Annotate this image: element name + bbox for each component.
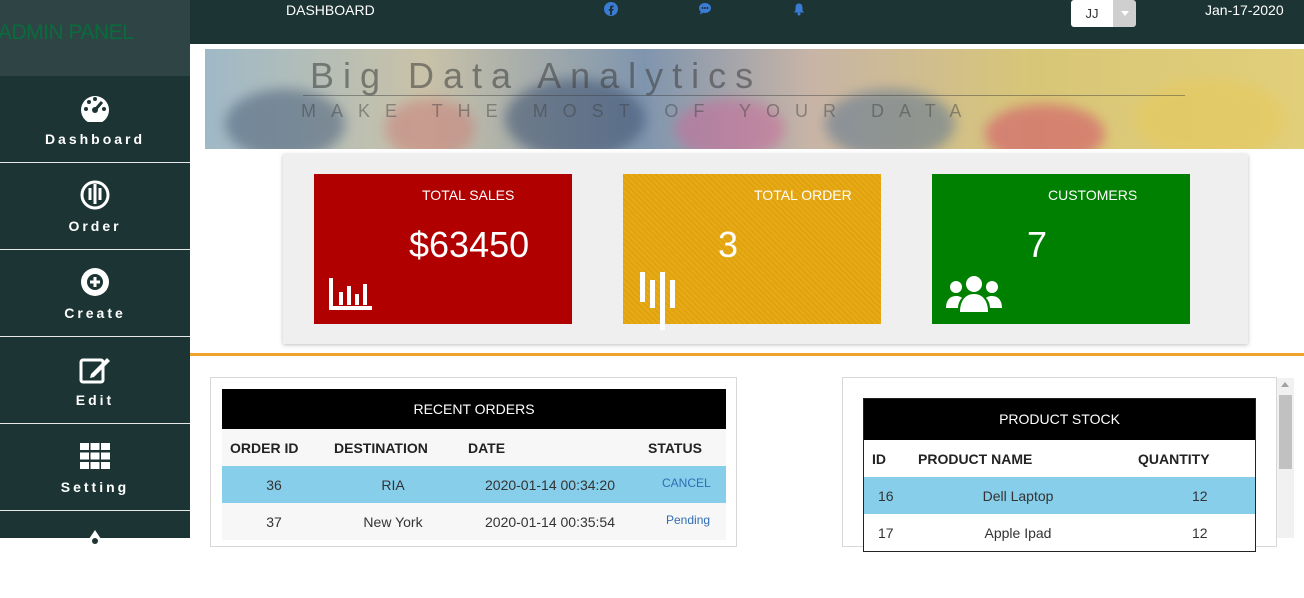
product-name-cell: Apple Ipad	[984, 524, 1052, 541]
column-header: ID	[872, 450, 886, 467]
card-label: TOTAL ORDER	[754, 187, 852, 203]
date-cell: 2020-01-14 00:35:54	[460, 503, 640, 540]
table-header-row: ID PRODUCT NAME QUANTITY	[864, 440, 1255, 477]
quantity-cell: 12	[1192, 524, 1208, 541]
current-date: Jan-17-2020	[1205, 2, 1284, 18]
banner-divider	[303, 95, 1185, 96]
grid-icon	[78, 439, 112, 473]
card-value: 7	[1027, 224, 1048, 265]
stats-container: TOTAL SALES $63450 TOTAL ORDER 3 CUSTOME…	[283, 154, 1248, 344]
column-header: DATE	[468, 439, 506, 456]
column-header: ORDER ID	[230, 439, 299, 456]
scrollbar-thumb[interactable]	[1279, 395, 1292, 469]
destination-cell: New York	[326, 503, 460, 540]
chat-icon[interactable]	[698, 2, 712, 16]
gauge-icon	[78, 91, 112, 125]
sidebar-item-label: Edit	[75, 392, 115, 408]
sidebar-item-order[interactable]: Order	[0, 163, 190, 250]
top-bar: DASHBOARD JJ Jan-17-2020	[190, 0, 1304, 44]
product-name-cell: Dell Laptop	[908, 477, 1128, 514]
column-header: DESTINATION	[334, 439, 428, 456]
table-row[interactable]: 37 New York 2020-01-14 00:35:54 Pending	[222, 503, 726, 540]
card-label: TOTAL SALES	[422, 187, 515, 203]
table-row[interactable]: 36 RIA 2020-01-14 00:34:20 CANCEL	[222, 466, 726, 503]
banner-image: Big Data Analytics MAKE THE MOST OF YOUR…	[205, 49, 1304, 149]
sidebar-item-label: Dashboard	[44, 131, 146, 147]
order-id-cell: 37	[222, 503, 326, 540]
quantity-cell: 12	[1128, 477, 1255, 514]
total-sales-card[interactable]: TOTAL SALES $63450	[314, 174, 572, 324]
user-dropdown[interactable]: JJ	[1071, 0, 1136, 27]
bar-chart-icon	[329, 276, 373, 315]
facebook-icon[interactable]	[604, 2, 618, 16]
scroll-up-icon[interactable]	[1281, 382, 1289, 387]
sidebar-item-dashboard[interactable]: Dashboard	[0, 76, 190, 163]
section-divider	[190, 353, 1304, 356]
chevron-down-icon[interactable]	[1113, 0, 1136, 27]
bell-icon[interactable]	[792, 2, 806, 16]
table-header-row: ORDER ID DESTINATION DATE STATUS	[222, 429, 726, 466]
column-header: STATUS	[648, 439, 702, 456]
banner-title: Big Data Analytics	[310, 55, 763, 96]
sidebar: ADMIN PANEL Dashboard Order Create Edit …	[0, 0, 190, 548]
column-header: PRODUCT NAME	[918, 450, 1033, 467]
customers-card[interactable]: CUSTOMERS 7	[932, 174, 1190, 324]
sidebar-item-label: Create	[64, 305, 126, 321]
order-id-cell: 36	[222, 466, 326, 503]
column-header: QUANTITY	[1138, 450, 1210, 467]
order-icon	[78, 178, 112, 212]
table-row[interactable]: 16 Dell Laptop 12	[864, 477, 1255, 514]
edit-icon	[78, 352, 112, 386]
table-row[interactable]: 17 Apple Ipad 12	[864, 514, 1255, 551]
sidebar-item-create[interactable]: Create	[0, 250, 190, 337]
product-id-cell: 16	[864, 477, 908, 514]
sidebar-item-label: Order	[68, 218, 122, 234]
users-icon	[946, 274, 1002, 319]
table-title: RECENT ORDERS	[222, 389, 726, 429]
sidebar-item-more[interactable]	[0, 511, 190, 598]
recent-orders-panel: RECENT ORDERS ORDER ID DESTINATION DATE …	[210, 377, 737, 547]
total-order-card[interactable]: TOTAL ORDER 3	[623, 174, 881, 330]
page-title: DASHBOARD	[286, 2, 375, 18]
recent-orders-table: RECENT ORDERS ORDER ID DESTINATION DATE …	[222, 389, 726, 540]
product-stock-panel: PRODUCT STOCK ID PRODUCT NAME QUANTITY 1…	[842, 377, 1277, 552]
table-title: PRODUCT STOCK	[864, 399, 1255, 440]
sidebar-item-label: Setting	[60, 479, 130, 495]
sidebar-item-setting[interactable]: Setting	[0, 424, 190, 511]
sidebar-item-edit[interactable]: Edit	[0, 337, 190, 424]
banner-subtitle: MAKE THE MOST OF YOUR DATA	[301, 101, 977, 121]
status-link[interactable]: CANCEL	[662, 476, 711, 490]
status-link[interactable]: Pending	[666, 513, 710, 527]
card-value: $63450	[409, 224, 530, 265]
create-icon	[78, 265, 112, 299]
triangle-icon	[78, 521, 112, 555]
destination-cell: RIA	[326, 466, 460, 503]
card-value: 3	[718, 224, 739, 265]
card-label: CUSTOMERS	[1048, 187, 1138, 203]
brand-title: ADMIN PANEL	[0, 0, 190, 76]
product-stock-table: PRODUCT STOCK ID PRODUCT NAME QUANTITY 1…	[863, 398, 1256, 552]
product-id-cell: 17	[878, 524, 894, 541]
order-bars-icon	[638, 272, 682, 335]
user-initials[interactable]: JJ	[1071, 0, 1113, 27]
scrollbar[interactable]	[1277, 378, 1294, 538]
date-cell: 2020-01-14 00:34:20	[460, 466, 640, 503]
